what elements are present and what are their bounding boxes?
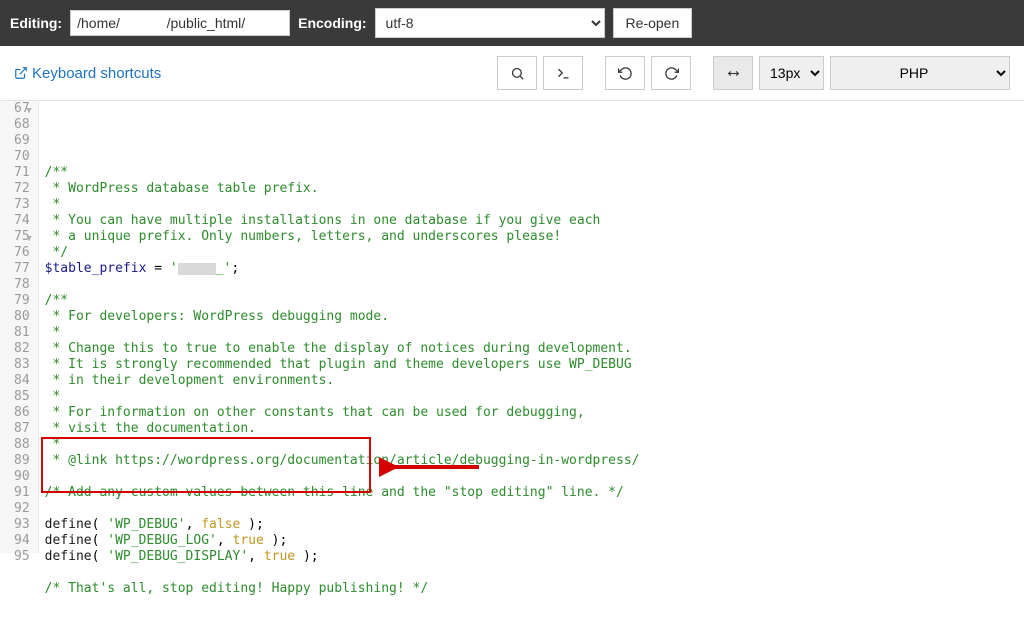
code-line[interactable]: $table_prefix = '_'; [45,261,1024,277]
search-button[interactable] [497,56,537,90]
terminal-icon [555,66,572,81]
redo-icon [664,66,679,81]
line-number: 87 [14,421,30,437]
encoding-label: Encoding: [298,15,366,31]
line-number: 94 [14,533,30,549]
encoding-select[interactable]: utf-8 [375,8,605,38]
language-select[interactable]: PHP [830,56,1010,90]
editing-label: Editing: [10,15,62,31]
keyboard-shortcuts-label: Keyboard shortcuts [32,65,161,82]
line-number: 76 [14,245,30,261]
reopen-button[interactable]: Re-open [613,8,693,38]
code-line[interactable]: * [45,197,1024,213]
code-line[interactable] [45,565,1024,581]
keyboard-shortcuts-link[interactable]: Keyboard shortcuts [14,65,161,82]
code-line[interactable]: * [45,437,1024,453]
line-number: 80 [14,309,30,325]
code-line[interactable]: /* Add any custom values between this li… [45,485,1024,501]
code-line[interactable]: * For information on other constants tha… [45,405,1024,421]
code-line[interactable]: * It is strongly recommended that plugin… [45,357,1024,373]
line-number: 78 [14,277,30,293]
external-link-icon [14,66,28,80]
line-number: 77 [14,261,30,277]
wrap-icon [725,67,742,80]
line-number: 93 [14,517,30,533]
code-editor[interactable]: 67▼6869707172737475▼76777879808182838485… [0,101,1024,553]
code-line[interactable]: * For developers: WordPress debugging mo… [45,309,1024,325]
code-line[interactable]: /** [45,293,1024,309]
line-number: 92 [14,501,30,517]
code-line[interactable] [45,469,1024,485]
code-line[interactable]: /* That's all, stop editing! Happy publi… [45,581,1024,597]
line-number: 74 [14,213,30,229]
terminal-button[interactable] [543,56,583,90]
line-number: 89 [14,453,30,469]
line-number: 91 [14,485,30,501]
undo-icon [618,66,633,81]
line-number: 82 [14,341,30,357]
line-number: 68 [14,117,30,133]
code-line[interactable]: * in their development environments. [45,373,1024,389]
code-line[interactable]: * visit the documentation. [45,421,1024,437]
code-line[interactable]: * You can have multiple installations in… [45,213,1024,229]
code-area[interactable]: /** * WordPress database table prefix. *… [39,101,1024,553]
code-line[interactable]: * [45,325,1024,341]
code-line[interactable]: define( 'WP_DEBUG_DISPLAY', true ); [45,549,1024,565]
file-path-input[interactable] [70,10,290,36]
line-number: 85 [14,389,30,405]
line-number: 83 [14,357,30,373]
wrap-button[interactable] [713,56,753,90]
line-number: 70 [14,149,30,165]
code-line[interactable]: * [45,389,1024,405]
redo-button[interactable] [651,56,691,90]
line-number: 73 [14,197,30,213]
redacted-text [178,263,216,275]
line-number: 81 [14,325,30,341]
line-number: 88 [14,437,30,453]
code-line[interactable]: define( 'WP_DEBUG_LOG', true ); [45,533,1024,549]
code-line[interactable]: define( 'WP_DEBUG', false ); [45,517,1024,533]
line-number: 90 [14,469,30,485]
line-number: 95 [14,549,30,565]
line-number: 79 [14,293,30,309]
code-line[interactable] [45,613,1024,629]
top-bar: Editing: Encoding: utf-8 Re-open [0,0,1024,46]
undo-button[interactable] [605,56,645,90]
line-number: 86 [14,405,30,421]
toolbar: Keyboard shortcuts 13px PHP [0,46,1024,101]
code-line[interactable]: */ [45,245,1024,261]
line-number: 72 [14,181,30,197]
code-line[interactable] [45,501,1024,517]
line-number: 71 [14,165,30,181]
line-number: 75▼ [14,229,30,245]
line-number: 67▼ [14,101,30,117]
line-gutter: 67▼6869707172737475▼76777879808182838485… [0,101,39,553]
code-line[interactable] [45,597,1024,613]
line-number: 69 [14,133,30,149]
code-line[interactable]: * WordPress database table prefix. [45,181,1024,197]
code-line[interactable] [45,277,1024,293]
fontsize-select[interactable]: 13px [759,56,824,90]
code-line[interactable]: /** [45,165,1024,181]
line-number: 84 [14,373,30,389]
search-icon [510,66,525,81]
code-line[interactable]: * a unique prefix. Only numbers, letters… [45,229,1024,245]
code-line[interactable]: * @link https://wordpress.org/documentat… [45,453,1024,469]
code-line[interactable]: * Change this to true to enable the disp… [45,341,1024,357]
